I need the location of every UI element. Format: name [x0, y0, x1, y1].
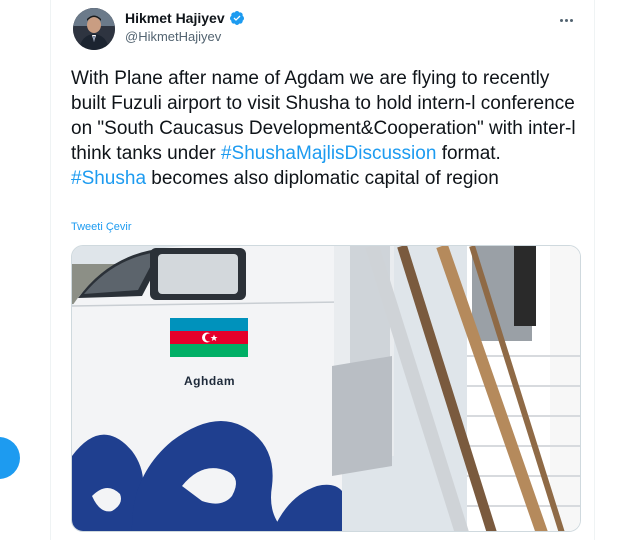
translate-tweet-link[interactable]: Tweeti Çevir: [71, 221, 132, 233]
tweet-text-part: becomes also diplomatic capital of regio…: [146, 168, 499, 189]
tweet-photo[interactable]: Aghdam: [71, 245, 581, 532]
hashtag-link[interactable]: #ShushaMajlisDiscussion: [221, 143, 436, 164]
avatar[interactable]: [73, 8, 115, 50]
author-name-row[interactable]: Hikmet Hajiyev: [125, 9, 245, 27]
aircraft-name-label: Aghdam: [184, 374, 235, 388]
compose-button[interactable]: [0, 437, 20, 479]
author-name[interactable]: Hikmet Hajiyev: [125, 9, 225, 27]
more-horizontal-icon[interactable]: [554, 10, 578, 30]
author-block[interactable]: Hikmet Hajiyev @HikmetHajiyev: [125, 9, 245, 46]
verified-badge-icon: [229, 10, 245, 26]
airplane-photo: [72, 246, 580, 531]
tweet-text-part: format.: [436, 143, 501, 164]
author-handle[interactable]: @HikmetHajiyev: [125, 28, 245, 46]
hashtag-link[interactable]: #Shusha: [71, 168, 146, 189]
tweet-text: With Plane after name of Agdam we are fl…: [71, 66, 581, 191]
tweet-card: Hikmet Hajiyev @HikmetHajiyev With Plane…: [50, 0, 595, 540]
